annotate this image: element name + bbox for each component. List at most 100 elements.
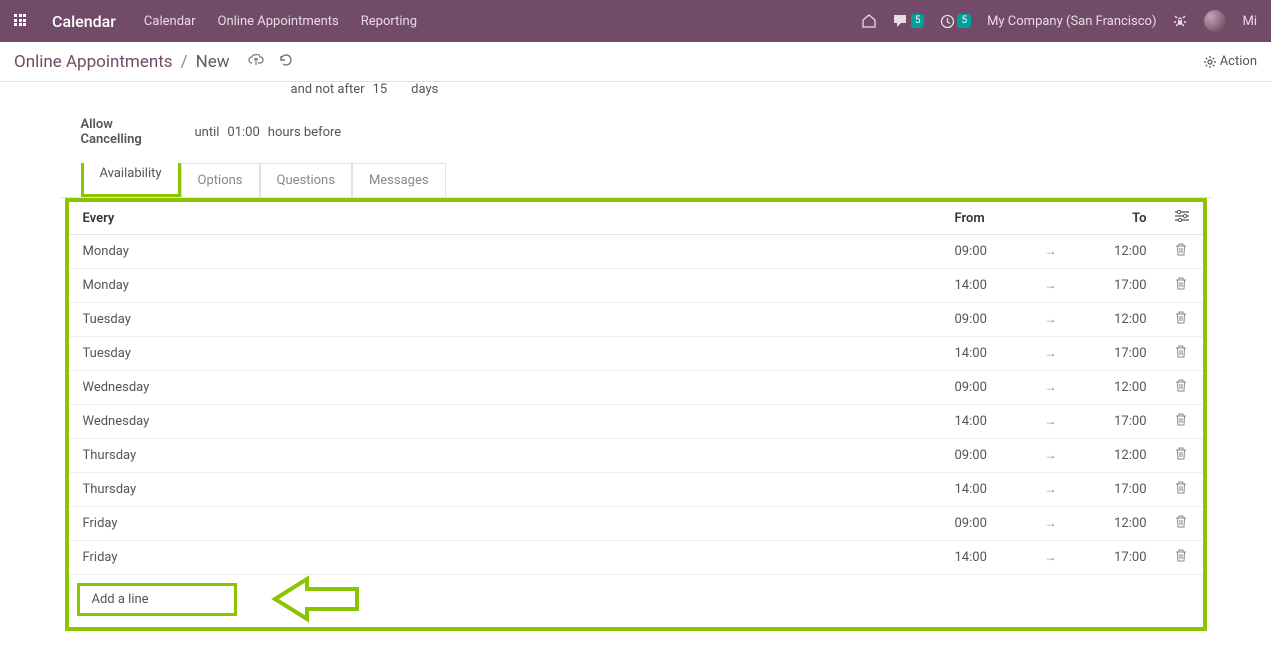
table-row[interactable]: Monday14:00→17:00 <box>69 269 1203 303</box>
cell-from[interactable]: 09:00 <box>941 371 1031 405</box>
delete-row-button[interactable] <box>1161 371 1203 405</box>
company-selector[interactable]: My Company (San Francisco) <box>987 14 1156 29</box>
add-line-button[interactable]: Add a line <box>92 592 149 607</box>
cell-day[interactable]: Friday <box>69 541 941 575</box>
apps-icon[interactable] <box>14 14 28 28</box>
add-line-highlight: Add a line <box>77 583 237 616</box>
col-from-header[interactable]: From <box>941 202 1031 235</box>
table-row[interactable]: Monday09:00→12:00 <box>69 235 1203 269</box>
tabs: Availability Options Questions Messages <box>61 163 1211 198</box>
cell-from[interactable]: 14:00 <box>941 473 1031 507</box>
cell-day[interactable]: Friday <box>69 507 941 541</box>
table-row[interactable]: Friday09:00→12:00 <box>69 507 1203 541</box>
brand-title[interactable]: Calendar <box>52 12 116 31</box>
arrow-icon: → <box>1031 303 1071 337</box>
trash-icon[interactable] <box>1175 381 1187 396</box>
col-to-header[interactable]: To <box>1071 202 1161 235</box>
delete-row-button[interactable] <box>1161 507 1203 541</box>
table-settings-icon[interactable] <box>1175 211 1189 226</box>
trash-icon[interactable] <box>1175 347 1187 362</box>
tab-questions[interactable]: Questions <box>260 163 352 197</box>
cell-to[interactable]: 12:00 <box>1071 371 1161 405</box>
trash-icon[interactable] <box>1175 449 1187 464</box>
discard-icon[interactable] <box>278 52 293 72</box>
trash-icon[interactable] <box>1175 551 1187 566</box>
cell-day[interactable]: Wednesday <box>69 371 941 405</box>
cell-from[interactable]: 14:00 <box>941 269 1031 303</box>
breadcrumb-parent[interactable]: Online Appointments <box>14 52 173 72</box>
table-row[interactable]: Tuesday14:00→17:00 <box>69 337 1203 371</box>
activities-icon[interactable]: 5 <box>940 14 971 29</box>
table-row[interactable]: Friday14:00→17:00 <box>69 541 1203 575</box>
debug-icon[interactable] <box>1172 13 1188 29</box>
cell-from[interactable]: 14:00 <box>941 541 1031 575</box>
user-short[interactable]: Mi <box>1242 14 1257 29</box>
table-row[interactable]: Wednesday14:00→17:00 <box>69 405 1203 439</box>
delete-row-button[interactable] <box>1161 235 1203 269</box>
trash-icon[interactable] <box>1175 279 1187 294</box>
tray-icon[interactable] <box>861 14 877 28</box>
nav-online-appointments[interactable]: Online Appointments <box>218 14 339 29</box>
trash-icon[interactable] <box>1175 415 1187 430</box>
trash-icon[interactable] <box>1175 483 1187 498</box>
breadcrumb-current: New <box>196 52 230 72</box>
cell-day[interactable]: Thursday <box>69 439 941 473</box>
arrow-icon: → <box>1031 541 1071 575</box>
cell-day[interactable]: Thursday <box>69 473 941 507</box>
delete-row-button[interactable] <box>1161 473 1203 507</box>
cell-to[interactable]: 12:00 <box>1071 303 1161 337</box>
cancel-value[interactable]: 01:00 <box>227 125 259 140</box>
nav-reporting[interactable]: Reporting <box>361 14 417 29</box>
cell-to[interactable]: 12:00 <box>1071 235 1161 269</box>
cell-from[interactable]: 09:00 <box>941 235 1031 269</box>
cell-day[interactable]: Monday <box>69 235 941 269</box>
tab-options[interactable]: Options <box>181 163 260 197</box>
avatar[interactable] <box>1204 10 1226 32</box>
table-row[interactable]: Thursday14:00→17:00 <box>69 473 1203 507</box>
table-row[interactable]: Wednesday09:00→12:00 <box>69 371 1203 405</box>
cell-from[interactable]: 09:00 <box>941 439 1031 473</box>
cell-from[interactable]: 14:00 <box>941 405 1031 439</box>
trash-icon[interactable] <box>1175 313 1187 328</box>
messages-icon[interactable]: 5 <box>893 14 925 28</box>
cell-from[interactable]: 09:00 <box>941 507 1031 541</box>
cell-from[interactable]: 09:00 <box>941 303 1031 337</box>
cell-to[interactable]: 17:00 <box>1071 337 1161 371</box>
delete-row-button[interactable] <box>1161 303 1203 337</box>
cell-to[interactable]: 17:00 <box>1071 405 1161 439</box>
not-after-value[interactable]: 15 <box>373 82 388 97</box>
tab-availability[interactable]: Availability <box>84 157 178 190</box>
delete-row-button[interactable] <box>1161 337 1203 371</box>
tab-messages[interactable]: Messages <box>352 163 446 197</box>
cell-to[interactable]: 12:00 <box>1071 507 1161 541</box>
arrow-icon: → <box>1031 337 1071 371</box>
cell-to[interactable]: 17:00 <box>1071 269 1161 303</box>
cell-day[interactable]: Monday <box>69 269 941 303</box>
cell-from[interactable]: 14:00 <box>941 337 1031 371</box>
table-row[interactable]: Tuesday09:00→12:00 <box>69 303 1203 337</box>
cell-day[interactable]: Tuesday <box>69 303 941 337</box>
col-every-header[interactable]: Every <box>69 202 941 235</box>
cell-to[interactable]: 17:00 <box>1071 473 1161 507</box>
arrow-icon: → <box>1031 371 1071 405</box>
nav-links: Calendar Online Appointments Reporting <box>144 14 417 29</box>
table-row[interactable]: Thursday09:00→12:00 <box>69 439 1203 473</box>
cell-to[interactable]: 12:00 <box>1071 439 1161 473</box>
delete-row-button[interactable] <box>1161 541 1203 575</box>
cell-to[interactable]: 17:00 <box>1071 541 1161 575</box>
action-label: Action <box>1220 54 1257 69</box>
trash-icon[interactable] <box>1175 517 1187 532</box>
nav-calendar[interactable]: Calendar <box>144 14 196 29</box>
delete-row-button[interactable] <box>1161 439 1203 473</box>
delete-row-button[interactable] <box>1161 405 1203 439</box>
trash-icon[interactable] <box>1175 245 1187 260</box>
cell-day[interactable]: Wednesday <box>69 405 941 439</box>
allow-cancelling-row: Allow Cancelling until 01:00 hours befor… <box>81 117 1191 147</box>
topbar-right: 5 5 My Company (San Francisco) Mi <box>861 10 1257 32</box>
cloud-save-icon[interactable] <box>248 52 264 72</box>
arrow-icon: → <box>1031 235 1071 269</box>
action-menu[interactable]: Action <box>1204 54 1257 69</box>
control-bar: Online Appointments / New Action <box>0 42 1271 82</box>
cell-day[interactable]: Tuesday <box>69 337 941 371</box>
delete-row-button[interactable] <box>1161 269 1203 303</box>
